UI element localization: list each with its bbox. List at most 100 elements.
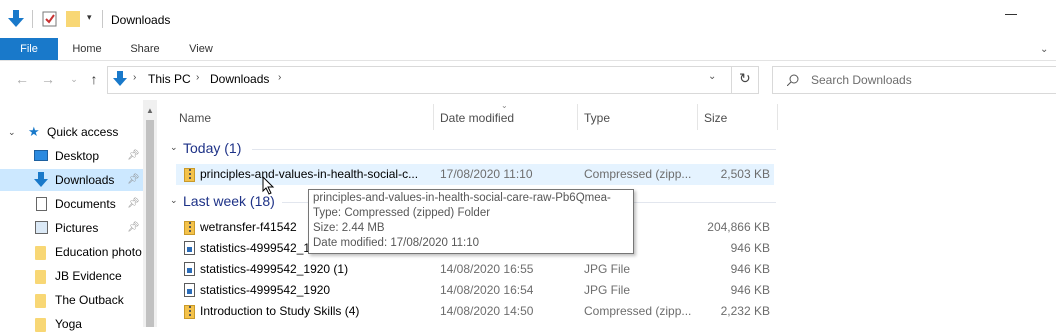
breadcrumb-this-pc[interactable]: This PC: [148, 72, 191, 86]
column-header-date[interactable]: Date modified: [440, 107, 514, 129]
forward-arrow-icon[interactable]: →: [38, 69, 58, 89]
tooltip-filename: principles-and-values-in-health-social-c…: [313, 192, 611, 204]
expand-ribbon-icon[interactable]: ⌄: [1040, 44, 1048, 55]
file-type: JPG File: [584, 283, 631, 297]
pin-icon[interactable]: 📌︎: [127, 145, 140, 167]
refresh-icon[interactable]: ↻: [739, 70, 751, 87]
file-size: 946 KB: [730, 283, 770, 297]
zip-icon: [184, 168, 195, 182]
pin-icon[interactable]: 📌︎: [127, 193, 140, 215]
group-header-today[interactable]: Today (1): [183, 140, 241, 156]
file-name: statistics-4999542_1920 (1): [200, 262, 349, 276]
file-type: Compressed (zipp...: [584, 304, 692, 318]
nav-item-label: Pictures: [55, 221, 99, 235]
column-header-name[interactable]: Name: [179, 107, 211, 129]
search-placeholder: Search Downloads: [811, 73, 912, 87]
tab-home[interactable]: Home: [62, 38, 112, 60]
nav-item-desktop[interactable]: Desktop 📌︎: [0, 145, 143, 167]
chevron-right-icon[interactable]: ›: [133, 72, 136, 83]
pin-icon[interactable]: 📌︎: [127, 169, 140, 191]
file-date: 14/08/2020 14:50: [440, 304, 534, 318]
folder-icon: [35, 318, 46, 332]
column-divider[interactable]: [697, 104, 698, 130]
address-bar[interactable]: › This PC › Downloads › ⌄ ↻: [107, 66, 759, 94]
nav-item-label: Downloads: [55, 173, 115, 187]
nav-scrollbar[interactable]: ▲: [143, 100, 157, 327]
group-header-last-week[interactable]: Last week (18): [183, 193, 275, 209]
file-type: JPG File: [584, 262, 631, 276]
file-row[interactable]: Introduction to Study Skills (4) 14/08/2…: [176, 301, 774, 322]
recent-locations-icon[interactable]: ⌄: [64, 69, 84, 89]
separator: [32, 10, 33, 28]
scrollbar-thumb[interactable]: [146, 120, 154, 327]
jpg-icon: [184, 283, 195, 297]
up-arrow-icon[interactable]: ↑: [84, 69, 104, 89]
minimize-icon[interactable]: [1005, 14, 1017, 15]
file-size: 946 KB: [730, 241, 770, 255]
column-divider[interactable]: [577, 104, 578, 130]
mouse-cursor-icon: [262, 176, 275, 195]
chevron-right-icon[interactable]: ›: [196, 72, 199, 83]
file-name: Introduction to Study Skills (4): [200, 304, 360, 318]
file-name: statistics-4999542_1920: [200, 283, 331, 297]
ribbon-tabs: File Home Share View ⌄: [0, 38, 1056, 61]
download-arrow-icon: [34, 172, 48, 187]
pin-icon[interactable]: 📌︎: [127, 217, 140, 239]
back-arrow-icon[interactable]: ←: [12, 69, 32, 89]
file-name: principles-and-values-in-health-social-c…: [200, 167, 419, 181]
nav-item-education-photo[interactable]: Education photo: [0, 241, 143, 263]
nav-item-the-outback[interactable]: The Outback: [0, 289, 143, 311]
tooltip-size: Size: 2.44 MB: [313, 222, 385, 234]
new-folder-icon[interactable]: [66, 11, 80, 27]
folder-icon: [35, 270, 46, 284]
nav-item-label: Yoga: [55, 317, 82, 331]
search-box[interactable]: Search Downloads: [772, 66, 1056, 94]
file-date: 17/08/2020 11:10: [440, 167, 533, 181]
file-type: Compressed (zipp...: [584, 167, 692, 181]
folder-icon: [35, 294, 46, 308]
folder-icon: [35, 246, 46, 260]
jpg-icon: [184, 241, 195, 255]
nav-item-quick-access[interactable]: ⌄ ★ Quick access: [0, 121, 143, 143]
file-name: wetransfer-f41542: [200, 220, 297, 234]
file-row[interactable]: statistics-4999542_1920 (1) 14/08/2020 1…: [176, 259, 774, 280]
group-collapse-icon[interactable]: ⌄: [170, 142, 178, 153]
jpg-icon: [184, 262, 195, 276]
file-size: 2,232 KB: [720, 304, 770, 318]
navigation-pane: ⌄ ★ Quick access Desktop 📌︎ Downloads 📌︎…: [0, 100, 157, 332]
desktop-icon: [34, 150, 48, 161]
properties-icon[interactable]: [42, 10, 58, 28]
customize-toolbar-dropdown-icon[interactable]: ▾: [87, 12, 92, 23]
column-header-type[interactable]: Type: [584, 107, 610, 129]
tooltip-type: Type: Compressed (zipped) Folder: [313, 207, 491, 219]
file-date: 14/08/2020 16:55: [440, 262, 534, 276]
file-size: 2,503 KB: [720, 167, 770, 181]
tab-view[interactable]: View: [176, 38, 226, 60]
nav-item-label: JB Evidence: [55, 269, 122, 283]
nav-item-documents[interactable]: Documents 📌︎: [0, 193, 143, 215]
address-dropdown-icon[interactable]: ⌄: [708, 71, 716, 82]
star-icon: ★: [28, 124, 40, 139]
window-title: Downloads: [111, 13, 171, 27]
scroll-up-icon[interactable]: ▲: [146, 106, 154, 115]
file-row[interactable]: statistics-4999542_1920 14/08/2020 16:54…: [176, 280, 774, 301]
zip-icon: [184, 305, 195, 319]
nav-item-pictures[interactable]: Pictures 📌︎: [0, 217, 143, 239]
downloads-location-icon: [113, 71, 127, 86]
nav-item-label: Quick access: [47, 125, 119, 139]
chevron-right-icon[interactable]: ›: [278, 72, 281, 83]
nav-item-downloads[interactable]: Downloads 📌︎: [0, 169, 143, 191]
download-arrow-icon[interactable]: [8, 10, 24, 28]
pictures-icon: [35, 221, 48, 234]
nav-item-jb-evidence[interactable]: JB Evidence: [0, 265, 143, 287]
nav-item-yoga[interactable]: Yoga: [0, 313, 143, 335]
column-divider[interactable]: [433, 104, 434, 130]
column-header-size[interactable]: Size: [704, 107, 727, 129]
breadcrumb-downloads[interactable]: Downloads: [210, 72, 269, 86]
tab-share[interactable]: Share: [120, 38, 170, 60]
group-collapse-icon[interactable]: ⌄: [170, 195, 178, 206]
column-divider[interactable]: [777, 104, 778, 130]
chevron-down-icon[interactable]: ⌄: [8, 121, 16, 143]
tab-file[interactable]: File: [0, 38, 58, 60]
separator: [731, 67, 732, 93]
